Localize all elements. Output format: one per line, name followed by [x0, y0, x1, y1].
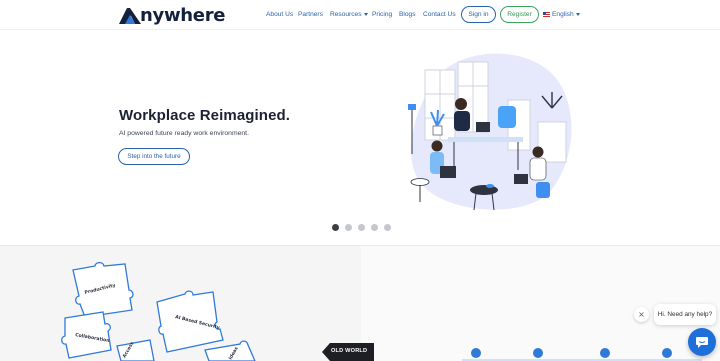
office-illustration [408, 53, 572, 211]
carousel-dot-2[interactable] [345, 224, 352, 231]
chat-greeting-bubble[interactable]: Hi. Need any help? [654, 304, 716, 325]
step-into-future-button[interactable]: Step into the future [118, 148, 190, 165]
carousel-dot-4[interactable] [371, 224, 378, 231]
site-header: nywhere About Us Partners Resources Pric… [0, 0, 720, 30]
carousel-dots [332, 224, 391, 231]
nav-contact-us[interactable]: Contact Us [423, 11, 456, 18]
nav-pricing[interactable]: Pricing [372, 11, 392, 18]
hero-subtitle: AI powered future ready work environment… [119, 130, 249, 137]
nav-resources[interactable]: Resources [330, 11, 368, 18]
chevron-down-icon [575, 13, 580, 16]
nav-resources-label: Resources [330, 11, 362, 18]
brand-name: nywhere [140, 4, 226, 26]
us-flag-icon [543, 12, 550, 17]
carousel-dot-3[interactable] [358, 224, 365, 231]
logo-a-mountain-icon [119, 8, 141, 24]
carousel-dot-1[interactable] [332, 224, 339, 231]
chevron-down-icon [363, 12, 368, 16]
language-selector[interactable]: English [543, 11, 580, 18]
sign-in-button[interactable]: Sign in [461, 6, 496, 23]
brand-logo[interactable]: nywhere [119, 4, 225, 26]
chat-bubble-icon [696, 337, 708, 348]
hero-title: Workplace Reimagined. [119, 107, 291, 124]
puzzle-illustration: Productivity Collaboration AI Based Secu… [61, 262, 256, 361]
nav-about-us[interactable]: About Us [266, 11, 293, 18]
language-label: English [552, 11, 574, 18]
chat-close-button[interactable]: × [634, 307, 649, 322]
nav-partners[interactable]: Partners [298, 11, 323, 18]
register-button[interactable]: Register [500, 6, 539, 23]
chat-launcher-button[interactable] [688, 328, 716, 356]
new-world-pins [462, 348, 702, 361]
close-icon: × [638, 310, 645, 319]
nav-blogs[interactable]: Blogs [399, 11, 416, 18]
carousel-dot-5[interactable] [384, 224, 391, 231]
old-world-label: OLD WORLD [331, 348, 368, 354]
